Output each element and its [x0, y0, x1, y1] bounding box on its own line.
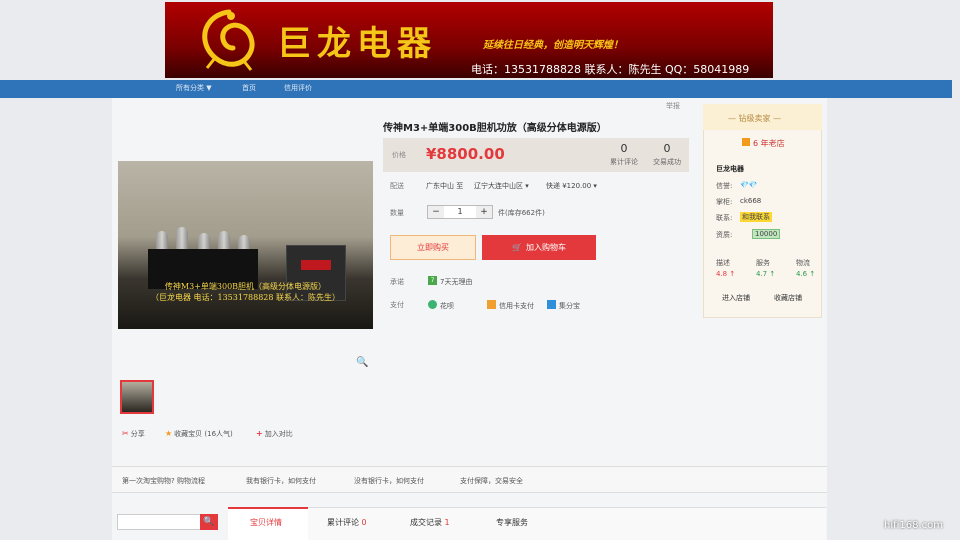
quantity-input[interactable]: 1: [444, 206, 476, 218]
shop-slogan: 延续往日经典，创造明天辉煌！: [483, 40, 623, 51]
plus-icon: +: [256, 429, 263, 438]
score-logistics-value: 4.6 ↑: [796, 270, 816, 278]
pay-huabei[interactable]: 花呗: [428, 300, 454, 311]
pay-jifenbao[interactable]: 集分宝: [547, 300, 580, 311]
add-compare-button[interactable]: + 加入对比: [256, 429, 293, 439]
shop-name: 巨龙电器: [277, 24, 437, 64]
seven-day-return-icon: 7: [428, 276, 437, 285]
product-title: 传神M3+单端300B胆机功放（高级分体电源版）: [383, 123, 607, 134]
help-no-card[interactable]: 没有银行卡，如何支付: [354, 476, 424, 486]
seller-contact-label: 联系:: [716, 214, 733, 222]
shop-search-input[interactable]: [117, 514, 201, 530]
product-thumbnail[interactable]: [120, 380, 154, 414]
seller-level: — 钻级卖家 —: [728, 114, 782, 123]
report-link[interactable]: 举报: [666, 101, 680, 111]
search-icon[interactable]: 🔍: [200, 514, 218, 530]
score-description-value: 4.8 ↑: [716, 270, 736, 278]
dragon-logo-icon: [202, 9, 255, 71]
share-button[interactable]: ✂ 分享: [122, 429, 145, 439]
tab-transaction-records[interactable]: 成交记录 1: [410, 517, 450, 528]
help-first-purchase[interactable]: 第一次淘宝购物? 购物流程: [122, 476, 205, 486]
ship-fee-select[interactable]: 快递 ¥120.00 ▾: [546, 181, 597, 191]
quantity-label: 数量: [390, 209, 404, 217]
score-service-label: 服务: [756, 259, 770, 267]
tab-reviews[interactable]: 累计评论 0: [327, 517, 367, 528]
enter-shop-button[interactable]: 进入店铺: [722, 293, 750, 303]
site-watermark: hifi168.com: [884, 520, 944, 531]
star-icon: ★: [165, 429, 173, 438]
jifenbao-icon: [547, 300, 556, 309]
contact-seller-button[interactable]: 和我联系: [740, 212, 772, 222]
quantity-minus-button[interactable]: −: [428, 206, 444, 218]
favorite-shop-button[interactable]: 收藏店铺: [774, 293, 802, 303]
product-main-image[interactable]: 传神M3+单端300B胆机（高级分体电源版） （巨龙电器 电话：13531788…: [118, 161, 373, 329]
deals-count: 0: [663, 142, 671, 155]
zoom-icon[interactable]: 🔍: [356, 357, 368, 369]
promise-text[interactable]: 7天无理由: [440, 277, 472, 287]
tab-item-detail[interactable]: 宝贝详情: [250, 517, 282, 528]
tab-exclusive-service[interactable]: 专享服务: [496, 517, 528, 528]
promise-label: 承诺: [390, 278, 404, 286]
score-logistics-label: 物流: [796, 259, 810, 267]
add-to-cart-button[interactable]: 🛒 加入购物车: [482, 235, 596, 260]
stock-text: 件(库存662件): [498, 209, 545, 217]
seller-years: 6 年老店: [742, 138, 785, 149]
share-icon: ✂: [122, 429, 129, 438]
credit-card-icon: [487, 300, 496, 309]
seller-credit-label: 信誉:: [716, 182, 733, 190]
favorite-item-button[interactable]: ★ 收藏宝贝 (16人气): [165, 429, 233, 439]
reviews-label: 累计评论: [610, 158, 638, 166]
huabei-icon: [428, 300, 437, 309]
seller-shop-name[interactable]: 巨龙电器: [716, 164, 744, 174]
quantity-plus-button[interactable]: +: [476, 206, 492, 218]
shop-contact-line: 电话：13531788828 联系人：陈先生 QQ：58041989: [471, 63, 750, 76]
seller-owner-label: 掌柜:: [716, 198, 733, 206]
score-service-value: 4.7 ↑: [756, 270, 776, 278]
shop-banner: 巨龙电器 延续往日经典，创造明天辉煌！ 电话：13531788828 联系人：陈…: [165, 2, 773, 78]
reviews-count: 0: [620, 142, 628, 155]
shop-nav-bar: [0, 80, 952, 98]
pay-credit-card[interactable]: 信用卡支付: [487, 300, 534, 311]
payment-label: 支付: [390, 301, 404, 309]
seller-card: [703, 104, 822, 318]
seller-qualification-label: 资质:: [716, 231, 733, 239]
shipping-label: 配送: [390, 182, 404, 190]
price-value: ¥8800.00: [426, 145, 505, 163]
nav-credit-rating[interactable]: 信用评价: [284, 83, 312, 93]
nav-all-categories[interactable]: 所有分类 ▼: [176, 83, 212, 93]
price-label: 价格: [392, 151, 406, 159]
help-have-card[interactable]: 我有银行卡，如何支付: [246, 476, 316, 486]
seller-qualification-badge[interactable]: 10000: [752, 229, 781, 239]
product-image-caption: 传神M3+单端300B胆机（高级分体电源版） （巨龙电器 电话：13531788…: [150, 282, 341, 302]
deals-label: 交易成功: [653, 158, 681, 166]
cart-icon: 🛒: [512, 243, 522, 252]
score-description-label: 描述: [716, 259, 730, 267]
seller-credit-diamonds: 💎💎: [740, 181, 758, 189]
ship-to-select[interactable]: 辽宁大连中山区 ▾: [474, 181, 529, 191]
quantity-stepper: − 1 +: [427, 205, 493, 219]
nav-home[interactable]: 首页: [242, 83, 256, 93]
buy-now-button[interactable]: 立即购买: [390, 235, 476, 260]
seller-owner-value[interactable]: ck668: [740, 197, 761, 205]
help-payment-safety[interactable]: 支付保障，交易安全: [460, 476, 523, 486]
shop-age-icon: [742, 138, 750, 146]
ship-from: 广东中山 至: [426, 182, 464, 190]
